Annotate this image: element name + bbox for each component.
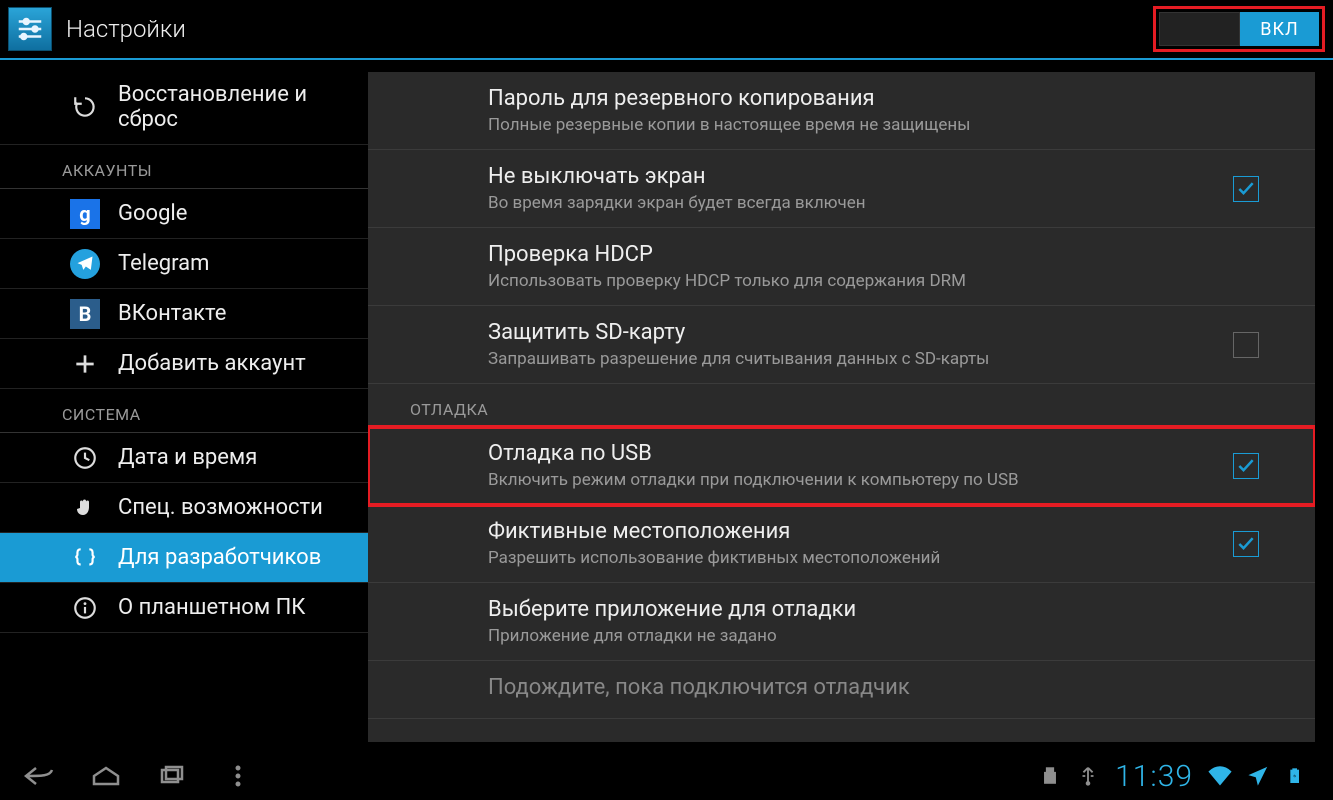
sidebar-item-label: ВКонтакте [118, 301, 226, 326]
settings-row[interactable]: Подождите, пока подключится отладчик [368, 661, 1315, 719]
row-subtitle: Использовать проверку HDCP только для со… [488, 271, 1259, 291]
row-title: Подождите, пока подключится отладчик [488, 675, 1259, 700]
checkbox[interactable] [1233, 453, 1259, 479]
info-icon [70, 593, 100, 623]
settings-row[interactable]: Не выключать экран Во время зарядки экран… [368, 150, 1315, 228]
row-subtitle: Приложение для отладки не задано [488, 626, 1259, 646]
usb-icon [1037, 763, 1063, 789]
clock-icon [70, 443, 100, 473]
row-title: Пароль для резервного копирования [488, 86, 1259, 111]
google-icon: g [70, 199, 100, 229]
sidebar-section-header: СИСТЕМА [0, 389, 368, 433]
settings-row[interactable]: Отладка по USB Включить режим отладки при… [368, 427, 1315, 505]
row-title: Фиктивные местоположения [488, 519, 1233, 544]
hand-icon [70, 493, 100, 523]
plus-icon [70, 349, 100, 379]
highlight-master-switch: ВКЛ [1153, 6, 1325, 52]
home-button[interactable] [84, 760, 128, 792]
switch-off-side [1159, 12, 1240, 46]
braces-icon [70, 543, 100, 573]
row-title: Проверка HDCP [488, 242, 1259, 267]
checkbox[interactable] [1233, 176, 1259, 202]
restore-icon [70, 92, 100, 122]
sidebar-item-info[interactable]: О планшетном ПК [0, 583, 368, 633]
status-clock: 11:39 [1115, 759, 1193, 794]
sidebar-item-label: Дата и время [118, 445, 257, 470]
sidebar-item-telegram[interactable]: Telegram [0, 239, 368, 289]
sidebar-item-braces[interactable]: Для разработчиков [0, 533, 368, 583]
sidebar-item-label: Спец. возможности [118, 495, 323, 520]
checkbox[interactable] [1233, 332, 1259, 358]
system-navbar: 11:39 [0, 752, 1333, 800]
sidebar-item-hand[interactable]: Спец. возможности [0, 483, 368, 533]
row-title: Выберите приложение для отладки [488, 597, 1259, 622]
connection-icon [1075, 763, 1101, 789]
sidebar-item-google[interactable]: g Google [0, 189, 368, 239]
sidebar-item-label: Telegram [118, 251, 209, 276]
row-title: Не выключать экран [488, 164, 1233, 189]
menu-button[interactable] [216, 760, 260, 792]
vk-icon: В [70, 299, 100, 329]
row-subtitle: Запрашивать разрешение для считывания да… [488, 349, 1233, 369]
row-subtitle: Разрешить использование фиктивных местоп… [488, 548, 1233, 568]
settings-row[interactable]: Пароль для резервного копирования Полные … [368, 72, 1315, 150]
sidebar-item-label: Восстановление и сброс [118, 82, 358, 132]
switch-on-side: ВКЛ [1240, 12, 1319, 46]
settings-app-icon [8, 7, 52, 51]
row-subtitle: Включить режим отладки при подключении к… [488, 470, 1233, 490]
settings-row[interactable]: Выберите приложение для отладки Приложени… [368, 583, 1315, 661]
sidebar-item-label: О планшетном ПК [118, 595, 305, 620]
sidebar-item-label: Добавить аккаунт [118, 351, 306, 376]
sidebar-item-restore[interactable]: Восстановление и сброс [0, 70, 368, 145]
settings-row[interactable]: Защитить SD-карту Запрашивать разрешение … [368, 306, 1315, 384]
sidebar-item-vk[interactable]: В ВКонтакте [0, 289, 368, 339]
settings-row[interactable]: Проверка HDCP Использовать проверку HDCP … [368, 228, 1315, 306]
row-title: Отладка по USB [488, 441, 1233, 466]
sidebar-section-header: АККАУНТЫ [0, 145, 368, 189]
recent-apps-button[interactable] [150, 760, 194, 792]
telegram-icon [70, 249, 100, 279]
settings-sidebar: Восстановление и сброс АККАУНТЫ g Google Tel… [0, 62, 368, 752]
sidebar-item-clock[interactable]: Дата и время [0, 433, 368, 483]
battery-charging-icon [1283, 763, 1309, 789]
checkbox[interactable] [1233, 531, 1259, 557]
row-subtitle: Полные резервные копии в настоящее время… [488, 115, 1259, 135]
wifi-icon [1207, 763, 1233, 789]
content-section-header: ОТЛАДКА [368, 384, 1315, 427]
action-bar: Настройки ВКЛ [0, 0, 1333, 60]
sidebar-item-plus[interactable]: Добавить аккаунт [0, 339, 368, 389]
sidebar-item-label: Для разработчиков [118, 545, 321, 570]
airplane-mode-icon [1245, 763, 1271, 789]
settings-row[interactable]: Фиктивные местоположения Разрешить исполь… [368, 505, 1315, 583]
page-title: Настройки [66, 15, 186, 43]
back-button[interactable] [18, 760, 62, 792]
settings-content: Пароль для резервного копирования Полные … [368, 72, 1315, 742]
sidebar-item-label: Google [118, 201, 187, 226]
developer-master-switch[interactable]: ВКЛ [1159, 12, 1319, 46]
row-subtitle: Во время зарядки экран будет всегда вклю… [488, 193, 1233, 213]
row-title: Защитить SD-карту [488, 320, 1233, 345]
